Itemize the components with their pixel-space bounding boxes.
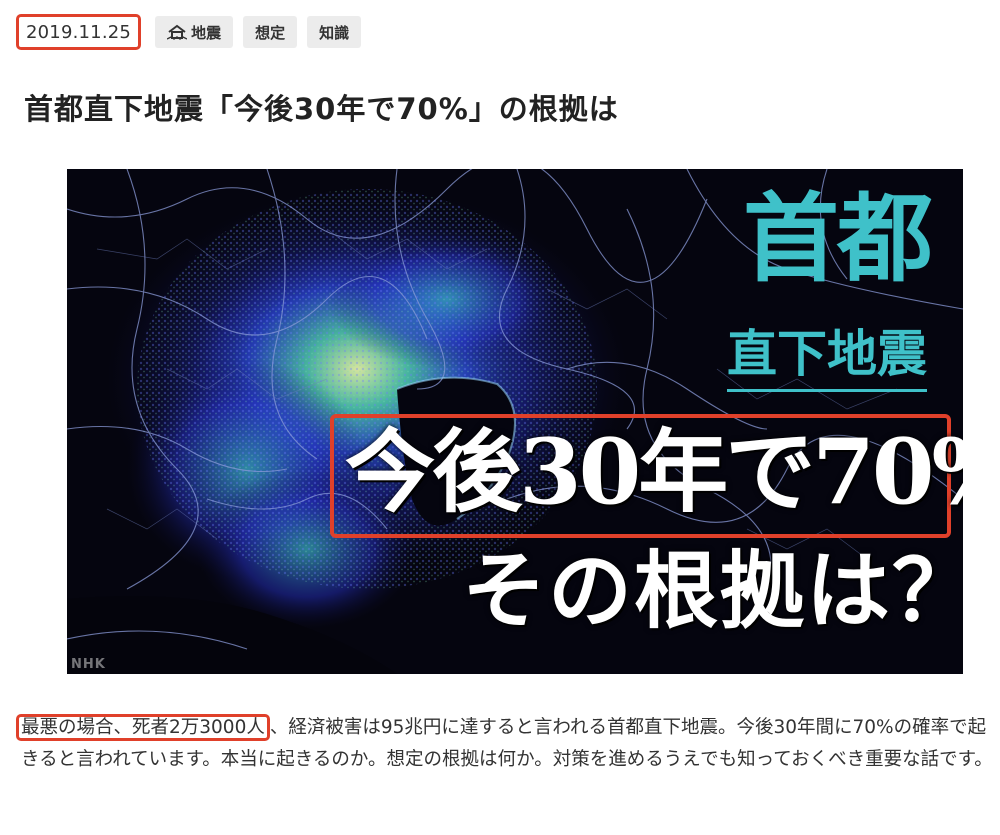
casualty-highlight: 最悪の場合、死者2万3000人: [16, 714, 270, 741]
hero-probability: 今後30年で70%: [345, 419, 963, 525]
tag-assumption[interactable]: 想定: [243, 16, 298, 48]
house-quake-icon: [166, 24, 188, 40]
article-page: 2019.11.25 地震 想定 知識 首都直下地震「今後30年で70%」の根拠…: [0, 0, 1000, 835]
tag-earthquake[interactable]: 地震: [155, 16, 234, 48]
tag-knowledge[interactable]: 知識: [307, 16, 362, 48]
article-meta: 2019.11.25 地震 想定 知識: [16, 10, 371, 54]
tag-label: 知識: [319, 23, 350, 42]
hero-title-city: 首都: [743, 182, 933, 295]
tag-label: 地震: [191, 23, 222, 42]
hero-question: その根拠は？: [462, 541, 963, 640]
hero-image: 首都 直下地震 今後30年で70% その根拠は？ NHK: [67, 169, 963, 674]
article-lead: 最悪の場合、死者2万3000人 、経済被害は95兆円に達すると言われる首都直下地震…: [16, 712, 996, 776]
tag-list: 地震 想定 知識: [155, 16, 371, 48]
article-title: 首都直下地震「今後30年で70%」の根拠は: [24, 92, 619, 126]
broadcaster-credit: NHK: [71, 657, 106, 672]
publish-date: 2019.11.25: [26, 21, 132, 43]
hero-title-quake: 直下地震: [727, 329, 927, 392]
date-highlight-box: 2019.11.25: [16, 14, 142, 50]
tag-label: 想定: [255, 23, 286, 42]
